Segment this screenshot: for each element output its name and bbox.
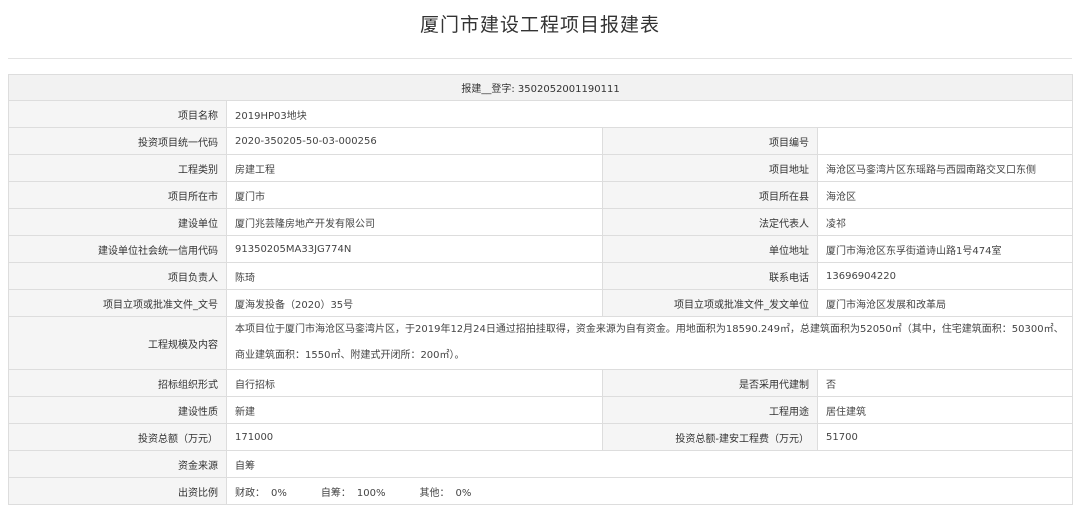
invest-code-label: 投资项目统一代码 [8, 127, 227, 155]
credit-code-value: 91350205MA33JG774N [226, 235, 603, 263]
address-value: 海沧区马銮湾片区东瑶路与西园南路交叉口东侧 [816, 154, 1074, 182]
table-row: 项目名称 2019HP03地块 [8, 100, 1074, 128]
unit-address-value: 厦门市海沧区东孚街道诗山路1号474室 [816, 235, 1074, 263]
project-no-label: 项目编号 [602, 127, 818, 155]
nature-label: 建设性质 [8, 396, 227, 424]
manager-label: 项目负责人 [8, 262, 227, 290]
table-row: 项目负责人 陈琦 联系电话 13696904220 [8, 262, 1074, 290]
manager-value: 陈琦 [226, 262, 603, 290]
legal-rep-label: 法定代表人 [602, 208, 818, 236]
self-label: 自筹： [320, 487, 351, 499]
agent-label: 是否采用代建制 [602, 369, 818, 397]
total-invest-value: 171000 [226, 423, 603, 451]
table-row: 建设单位 厦门兆芸隆房地产开发有限公司 法定代表人 凌祁 [8, 208, 1074, 236]
table-row: 投资项目统一代码 2020-350205-50-03-000256 项目编号 [8, 127, 1074, 155]
install-cost-label: 投资总额-建安工程费（万元） [602, 423, 818, 451]
city-label: 项目所在市 [8, 181, 227, 209]
registration-number: 报建__登字: 3502052001190111 [7, 74, 1074, 101]
ratio-value: 财政： 0% 自筹： 100% 其他： 0% [225, 477, 1074, 505]
table-row: 工程规模及内容 本项目位于厦门市海沧区马銮湾片区，于2019年12月24日通过招… [8, 316, 1074, 370]
eng-type-value: 房建工程 [226, 154, 603, 182]
ratio-label: 出资比例 [8, 477, 227, 505]
table-row: 建设性质 新建 工程用途 居住建筑 [8, 396, 1074, 424]
install-cost-value: 51700 [816, 423, 1074, 451]
credit-code-label: 建设单位社会统一信用代码 [8, 235, 227, 263]
unit-address-label: 单位地址 [602, 235, 818, 263]
builder-value: 厦门兆芸隆房地产开发有限公司 [226, 208, 603, 236]
title-divider [8, 58, 1072, 59]
invest-code-value: 2020-350205-50-03-000256 [226, 127, 603, 155]
eng-type-label: 工程类别 [8, 154, 227, 182]
fund-source-label: 资金来源 [8, 450, 227, 478]
city-value: 厦门市 [226, 181, 603, 209]
table-row: 项目所在市 厦门市 项目所在县 海沧区 [8, 181, 1074, 209]
scale-value: 本项目位于厦门市海沧区马銮湾片区，于2019年12月24日通过招拍挂取得，资金来… [225, 316, 1074, 370]
legal-rep-value: 凌祁 [816, 208, 1074, 236]
project-name-value: 2019HP03地块 [225, 100, 1074, 128]
other-label: 其他： [419, 487, 450, 499]
address-label: 项目地址 [602, 154, 818, 182]
nature-value: 新建 [226, 396, 603, 424]
table-row: 项目立项或批准文件_文号 厦海发投备（2020）35号 项目立项或批准文件_发文… [8, 289, 1074, 317]
phone-value: 13696904220 [816, 262, 1074, 290]
phone-label: 联系电话 [602, 262, 818, 290]
tender-label: 招标组织形式 [8, 369, 227, 397]
agent-value: 否 [816, 369, 1074, 397]
approval-unit-value: 厦门市海沧区发展和改革局 [816, 289, 1074, 317]
county-value: 海沧区 [816, 181, 1074, 209]
tender-value: 自行招标 [226, 369, 603, 397]
total-invest-label: 投资总额（万元） [8, 423, 227, 451]
page-title: 厦门市建设工程项目报建表 [419, 14, 660, 36]
builder-label: 建设单位 [8, 208, 227, 236]
county-label: 项目所在县 [602, 181, 818, 209]
project-no-value [816, 127, 1074, 155]
finance-value: 0% [271, 487, 287, 499]
table-header-row: 报建__登字: 3502052001190111 [7, 74, 1074, 101]
self-value: 100% [356, 487, 386, 499]
finance-label: 财政： [235, 487, 265, 499]
table-row: 招标组织形式 自行招标 是否采用代建制 否 [8, 369, 1074, 397]
project-name-label: 项目名称 [8, 100, 227, 128]
usage-value: 居住建筑 [816, 396, 1074, 424]
table-row: 资金来源 自筹 [8, 450, 1074, 478]
table-row: 出资比例 财政： 0% 自筹： 100% 其他： 0% [8, 477, 1074, 505]
scale-label: 工程规模及内容 [8, 316, 227, 370]
usage-label: 工程用途 [602, 396, 818, 424]
fund-source-value: 自筹 [225, 450, 1074, 478]
approval-doc-label: 项目立项或批准文件_文号 [8, 289, 227, 317]
table-row: 建设单位社会统一信用代码 91350205MA33JG774N 单位地址 厦门市… [8, 235, 1074, 263]
table-row: 投资总额（万元） 171000 投资总额-建安工程费（万元） 51700 [8, 423, 1074, 451]
other-value: 0% [455, 487, 472, 499]
approval-unit-label: 项目立项或批准文件_发文单位 [602, 289, 818, 317]
registration-table: 报建__登字: 3502052001190111 项目名称 2019HP03地块… [7, 74, 1074, 505]
table-row: 工程类别 房建工程 项目地址 海沧区马銮湾片区东瑶路与西园南路交叉口东侧 [8, 154, 1074, 182]
approval-doc-value: 厦海发投备（2020）35号 [226, 289, 603, 317]
